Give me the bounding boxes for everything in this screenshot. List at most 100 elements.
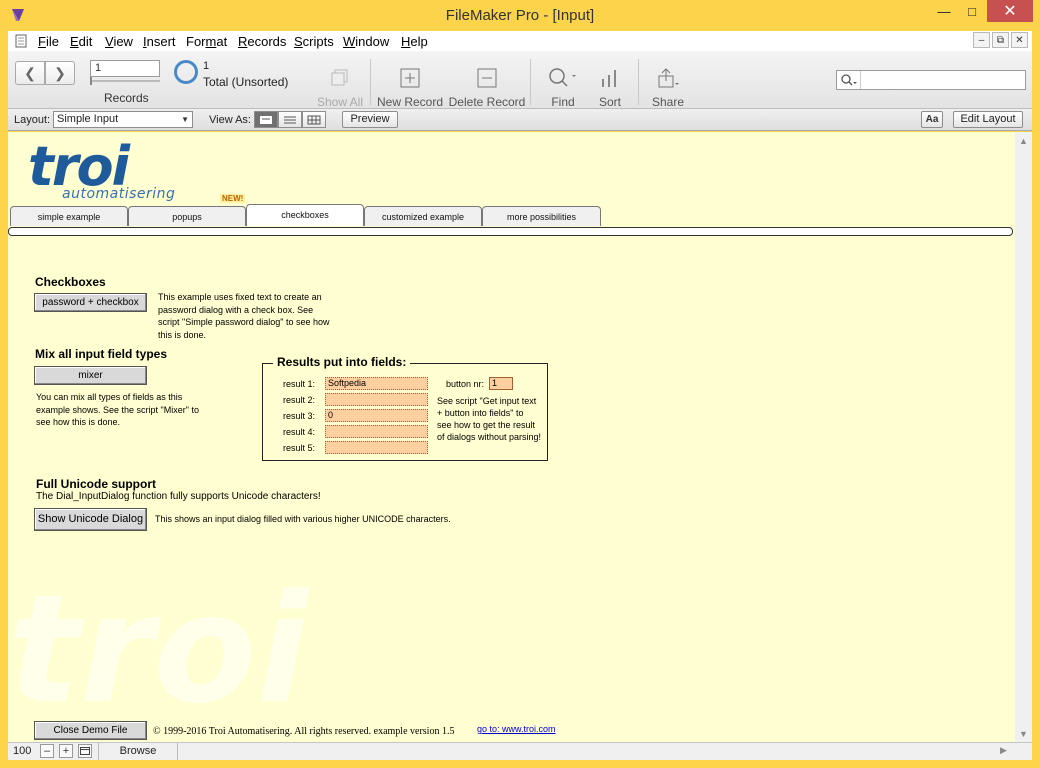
mixer-button[interactable]: mixer	[34, 366, 147, 385]
desc-line: see how this is done.	[36, 417, 121, 427]
result-3-field[interactable]: 0	[325, 409, 428, 422]
tab-more-possibilities[interactable]: more possibilities	[482, 206, 601, 226]
note-line: of dialogs without parsing!	[437, 432, 542, 442]
quick-find-input[interactable]	[836, 70, 1026, 90]
troi-website-link[interactable]: go to: www.troi.com	[477, 724, 556, 734]
found-count: 1	[203, 60, 210, 72]
view-as-form-button[interactable]	[254, 111, 278, 128]
zoom-out-icon[interactable]: –	[40, 744, 54, 758]
bottom-bar: 100 – + Browse ▶	[8, 742, 1032, 760]
table-view-icon	[307, 115, 321, 124]
tab-checkboxes[interactable]: checkboxes	[246, 204, 364, 226]
menu-records[interactable]: Records	[238, 34, 286, 49]
result-4-label: result 4:	[282, 427, 315, 437]
results-heading: Results put into fields:	[273, 355, 411, 369]
layout-content: troi troi automatisering NEW! simple exa…	[8, 132, 1015, 742]
tab-panel-border	[8, 227, 1013, 236]
list-view-icon	[284, 116, 296, 123]
menu-edit[interactable]: Edit	[70, 34, 92, 49]
found-set-pie-icon[interactable]	[174, 60, 198, 84]
edit-layout-button[interactable]: Edit Layout	[953, 111, 1023, 128]
unicode-description: This shows an input dialog filled with v…	[155, 514, 451, 524]
sort-button[interactable]: Sort	[592, 51, 628, 109]
close-button[interactable]: ✕	[987, 0, 1033, 22]
zoom-level[interactable]: 100	[13, 745, 31, 757]
menu-help[interactable]: Help	[401, 34, 428, 49]
scroll-down-icon[interactable]: ▼	[1015, 725, 1032, 742]
tab-popups[interactable]: popups	[128, 206, 246, 226]
preview-button[interactable]: Preview	[342, 111, 398, 128]
new-record-icon	[399, 65, 421, 91]
menu-view[interactable]: View	[105, 34, 133, 49]
delete-record-button[interactable]: Delete Record	[448, 51, 526, 109]
toggle-toolbar-icon[interactable]	[78, 744, 92, 758]
sort-label: Sort	[598, 95, 621, 109]
search-icon[interactable]	[837, 71, 861, 89]
unicode-subtitle: The Dial_InputDialog function fully supp…	[36, 491, 321, 502]
result-2-field[interactable]	[325, 393, 428, 406]
child-restore-button[interactable]: ⧉	[992, 32, 1009, 48]
checkboxes-heading: Checkboxes	[35, 275, 106, 289]
password-checkbox-button[interactable]: password + checkbox	[34, 293, 147, 312]
menu-file[interactable]: File	[38, 34, 59, 49]
current-record-input[interactable]: 1	[90, 60, 160, 77]
layout-bar: Layout: Simple Input ▼ View As: Preview …	[8, 109, 1032, 131]
results-note: See script "Get input text + button into…	[437, 395, 552, 443]
close-demo-file-button[interactable]: Close Demo File	[34, 721, 147, 740]
result-5-field[interactable]	[325, 441, 428, 454]
troi-watermark: troi	[8, 563, 309, 737]
desc-line: example shows. See the script "Mixer" to	[36, 404, 199, 415]
scroll-up-icon[interactable]: ▲	[1015, 132, 1032, 149]
record-slider-handle[interactable]	[90, 77, 92, 85]
view-as-list-button[interactable]	[278, 111, 302, 128]
new-record-button[interactable]: New Record	[376, 51, 444, 109]
menu-scripts[interactable]: Scripts	[294, 34, 334, 49]
records-label: Records	[104, 91, 149, 105]
view-as-table-button[interactable]	[302, 111, 326, 128]
result-2-label: result 2:	[282, 395, 315, 405]
menu-insert[interactable]: Insert	[143, 34, 176, 49]
show-all-button[interactable]: Show All	[314, 51, 366, 109]
note-line: See script "Get input text	[437, 396, 537, 406]
new-record-label: New Record	[376, 95, 444, 109]
result-5-label: result 5:	[282, 443, 315, 453]
troi-logo: troi automatisering	[28, 140, 175, 203]
layout-label: Layout:	[14, 114, 51, 126]
minimize-button[interactable]: —	[930, 0, 958, 22]
find-button[interactable]: Find	[534, 51, 592, 109]
toolbar-divider	[530, 59, 531, 105]
child-minimize-button[interactable]: –	[973, 32, 990, 48]
button-nr-label: button nr:	[446, 379, 485, 389]
unicode-heading: Full Unicode support	[36, 477, 156, 491]
show-all-label: Show All	[316, 95, 364, 109]
desc-line: this is done.	[158, 329, 207, 340]
share-button[interactable]: Share	[646, 51, 690, 109]
menu-window[interactable]: Window	[343, 34, 389, 49]
maximize-button[interactable]: □	[958, 0, 986, 22]
layout-select[interactable]: Simple Input ▼	[53, 111, 193, 128]
menu-bar: File Edit View Insert Format Records Scripts Wi…	[8, 31, 1032, 51]
vertical-scrollbar[interactable]	[1015, 132, 1032, 742]
menu-format[interactable]: Format	[186, 34, 227, 49]
record-slider[interactable]	[90, 80, 160, 82]
scroll-right-icon[interactable]: ▶	[1000, 745, 1007, 756]
window-title: FileMaker Pro - [Input]	[445, 7, 595, 24]
previous-record-button[interactable]: ❮	[15, 61, 45, 85]
child-close-button[interactable]: ✕	[1011, 32, 1028, 48]
mode-popup[interactable]: Browse	[98, 743, 178, 760]
tab-customized-example[interactable]: customized example	[364, 206, 482, 226]
share-icon	[656, 65, 680, 91]
copyright-text: © 1999-2016 Troi Automatisering. All rig…	[153, 726, 455, 737]
zoom-in-icon[interactable]: +	[59, 744, 73, 758]
results-panel: Results put into fields: result 1: Softp…	[262, 355, 548, 461]
find-label: Find	[551, 95, 575, 109]
button-nr-field[interactable]: 1	[489, 377, 513, 390]
show-unicode-dialog-button[interactable]: Show Unicode Dialog	[34, 508, 147, 531]
result-1-field[interactable]: Softpedia	[325, 377, 428, 390]
formatting-bar-button[interactable]: Aa	[921, 111, 943, 128]
result-4-field[interactable]	[325, 425, 428, 438]
next-record-button[interactable]: ❯	[45, 61, 75, 85]
tab-simple-example[interactable]: simple example	[10, 206, 128, 226]
share-label: Share	[651, 95, 685, 109]
delete-record-label: Delete Record	[448, 95, 526, 109]
